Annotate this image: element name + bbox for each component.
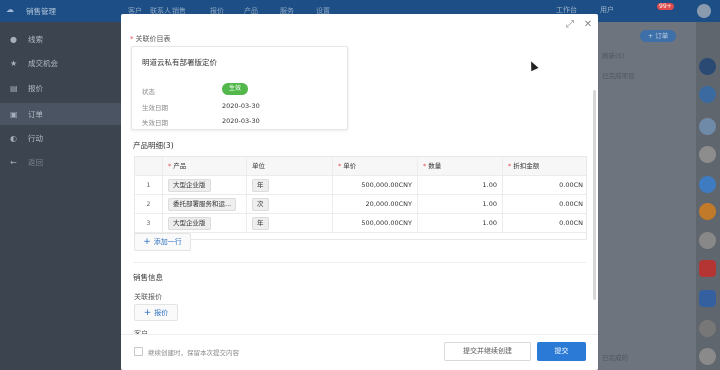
table-row[interactable]: 2 委托部署服务和运... 次 20,000.00CNY 1.00 0.00CN bbox=[135, 195, 586, 214]
start-date-key: 生效日期 bbox=[142, 104, 168, 112]
sidebar: ● 线索 ★ 成交机会 ▤ 报价 ▣ 订单 ◐ 行动 ← 返回 bbox=[0, 22, 122, 370]
submit-button[interactable]: 提交 bbox=[537, 342, 586, 361]
app-avatar-icon[interactable] bbox=[699, 348, 716, 365]
bg-refresh-text: 刷新(5) bbox=[602, 52, 625, 60]
col-product: * 产品 bbox=[163, 157, 247, 176]
avatar[interactable] bbox=[697, 4, 711, 18]
quote-icon: ▤ bbox=[10, 83, 18, 93]
sidebar-item-opportunities[interactable]: ★ 成交机会 bbox=[0, 52, 122, 74]
app-avatar-icon[interactable] bbox=[699, 232, 716, 249]
products-table: * 产品 单位 * 单价 * 数量 * 折扣金额 1 大型企业版 年 500,000.0… bbox=[134, 156, 587, 240]
price-list-label: * 关联价目表 bbox=[130, 35, 171, 43]
qty-cell[interactable]: 1.00 bbox=[418, 214, 503, 233]
add-row-button[interactable]: + 添加一行 bbox=[134, 233, 191, 251]
end-date-value: 2020-03-30 bbox=[222, 117, 260, 125]
create-order-modal: ⤢ ✕ * 关联价目表 明道云私有部署版定价 状态 生效 生效日期 2020-03… bbox=[121, 14, 598, 370]
notification-badge[interactable]: 99+ bbox=[657, 3, 674, 10]
location-icon: ● bbox=[10, 34, 17, 44]
section-divider bbox=[133, 262, 586, 263]
bg-bottom-text: 已完成的 bbox=[602, 354, 628, 362]
product-tag[interactable]: 大型企业版 bbox=[168, 216, 211, 230]
keep-content-label[interactable]: 继续创建时，保留本次提交内容 bbox=[148, 347, 239, 357]
app-avatar-icon[interactable] bbox=[699, 203, 716, 220]
user-link[interactable]: 用户 bbox=[600, 5, 614, 15]
product-tag[interactable]: 大型企业版 bbox=[168, 178, 211, 192]
product-tag[interactable]: 委托部署服务和运... bbox=[168, 197, 237, 211]
price-list-card[interactable]: 明道云私有部署版定价 状态 生效 生效日期 2020-03-30 失效日期 20… bbox=[131, 46, 348, 130]
discount-cell[interactable]: 0.00CN bbox=[503, 195, 586, 214]
sidebar-item-leads[interactable]: ● 线索 bbox=[0, 28, 122, 50]
status-badge: 生效 bbox=[222, 83, 248, 95]
price-list-name: 明道云私有部署版定价 bbox=[142, 58, 217, 67]
col-price: * 单价 bbox=[333, 157, 418, 176]
qty-cell[interactable]: 1.00 bbox=[418, 176, 503, 195]
app-avatar-icon[interactable] bbox=[699, 86, 716, 103]
app-avatar-icon[interactable] bbox=[699, 260, 716, 277]
new-order-button[interactable]: + 订单 bbox=[640, 30, 676, 42]
related-quote-label: 关联报价 bbox=[134, 293, 162, 301]
modal-footer: 继续创建时，保留本次提交内容 提交并继续创建 提交 bbox=[121, 334, 598, 370]
status-key: 状态 bbox=[142, 88, 155, 96]
add-quote-button[interactable]: + 报价 bbox=[134, 304, 178, 321]
start-date-value: 2020-03-30 bbox=[222, 102, 260, 110]
discount-cell[interactable]: 0.00CN bbox=[503, 214, 586, 233]
app-avatar-icon[interactable] bbox=[699, 290, 716, 307]
col-unit: 单位 bbox=[247, 157, 333, 176]
sidebar-item-quotes[interactable]: ▤ 报价 bbox=[0, 77, 122, 99]
sales-info-title: 销售信息 bbox=[133, 273, 163, 282]
plus-icon: + bbox=[143, 308, 155, 318]
table-header: * 产品 单位 * 单价 * 数量 * 折扣金额 bbox=[135, 157, 586, 176]
qty-cell[interactable]: 1.00 bbox=[418, 195, 503, 214]
activity-icon: ◐ bbox=[10, 133, 17, 143]
scrollbar[interactable] bbox=[593, 90, 596, 300]
app-title[interactable]: 销售管理 bbox=[26, 6, 56, 17]
unit-tag[interactable]: 年 bbox=[252, 216, 269, 230]
back-icon: ← bbox=[10, 157, 17, 167]
cloud-icon[interactable]: ☁ bbox=[6, 5, 14, 14]
table-row[interactable]: 1 大型企业版 年 500,000.00CNY 1.00 0.00CN bbox=[135, 176, 586, 195]
unit-tag[interactable]: 次 bbox=[252, 197, 269, 211]
price-cell[interactable]: 20,000.00CNY bbox=[333, 195, 418, 214]
table-row[interactable]: 3 大型企业版 年 500,000.00CNY 1.00 0.00CN bbox=[135, 214, 586, 233]
bg-completed-text: 已完成项目 bbox=[602, 72, 635, 80]
gear-icon[interactable] bbox=[699, 176, 716, 193]
products-section-title: 产品明细(3) bbox=[133, 141, 174, 150]
end-date-key: 失效日期 bbox=[142, 119, 168, 127]
expand-icon[interactable]: ⤢ bbox=[563, 18, 577, 32]
app-avatar-icon[interactable] bbox=[699, 320, 716, 337]
discount-cell[interactable]: 0.00CN bbox=[503, 176, 586, 195]
star-icon: ★ bbox=[10, 58, 18, 68]
unit-tag[interactable]: 年 bbox=[252, 178, 269, 192]
app-avatar-icon[interactable] bbox=[699, 146, 716, 163]
sidebar-item-orders[interactable]: ▣ 订单 bbox=[0, 103, 122, 125]
plus-icon: + bbox=[143, 237, 154, 247]
keep-content-checkbox[interactable] bbox=[134, 347, 143, 356]
close-icon[interactable]: ✕ bbox=[581, 18, 595, 32]
price-cell[interactable]: 500,000.00CNY bbox=[333, 214, 418, 233]
col-discount: * 折扣金额 bbox=[508, 162, 540, 170]
sidebar-item-back[interactable]: ← 返回 bbox=[0, 151, 122, 173]
col-qty: * 数量 bbox=[418, 157, 503, 176]
sidebar-item-activities[interactable]: ◐ 行动 bbox=[0, 127, 122, 149]
order-icon: ▣ bbox=[10, 109, 18, 119]
price-cell[interactable]: 500,000.00CNY bbox=[333, 176, 418, 195]
app-avatar-icon[interactable] bbox=[699, 118, 716, 135]
app-avatar-icon[interactable] bbox=[699, 58, 716, 75]
submit-and-continue-button[interactable]: 提交并继续创建 bbox=[444, 342, 531, 361]
